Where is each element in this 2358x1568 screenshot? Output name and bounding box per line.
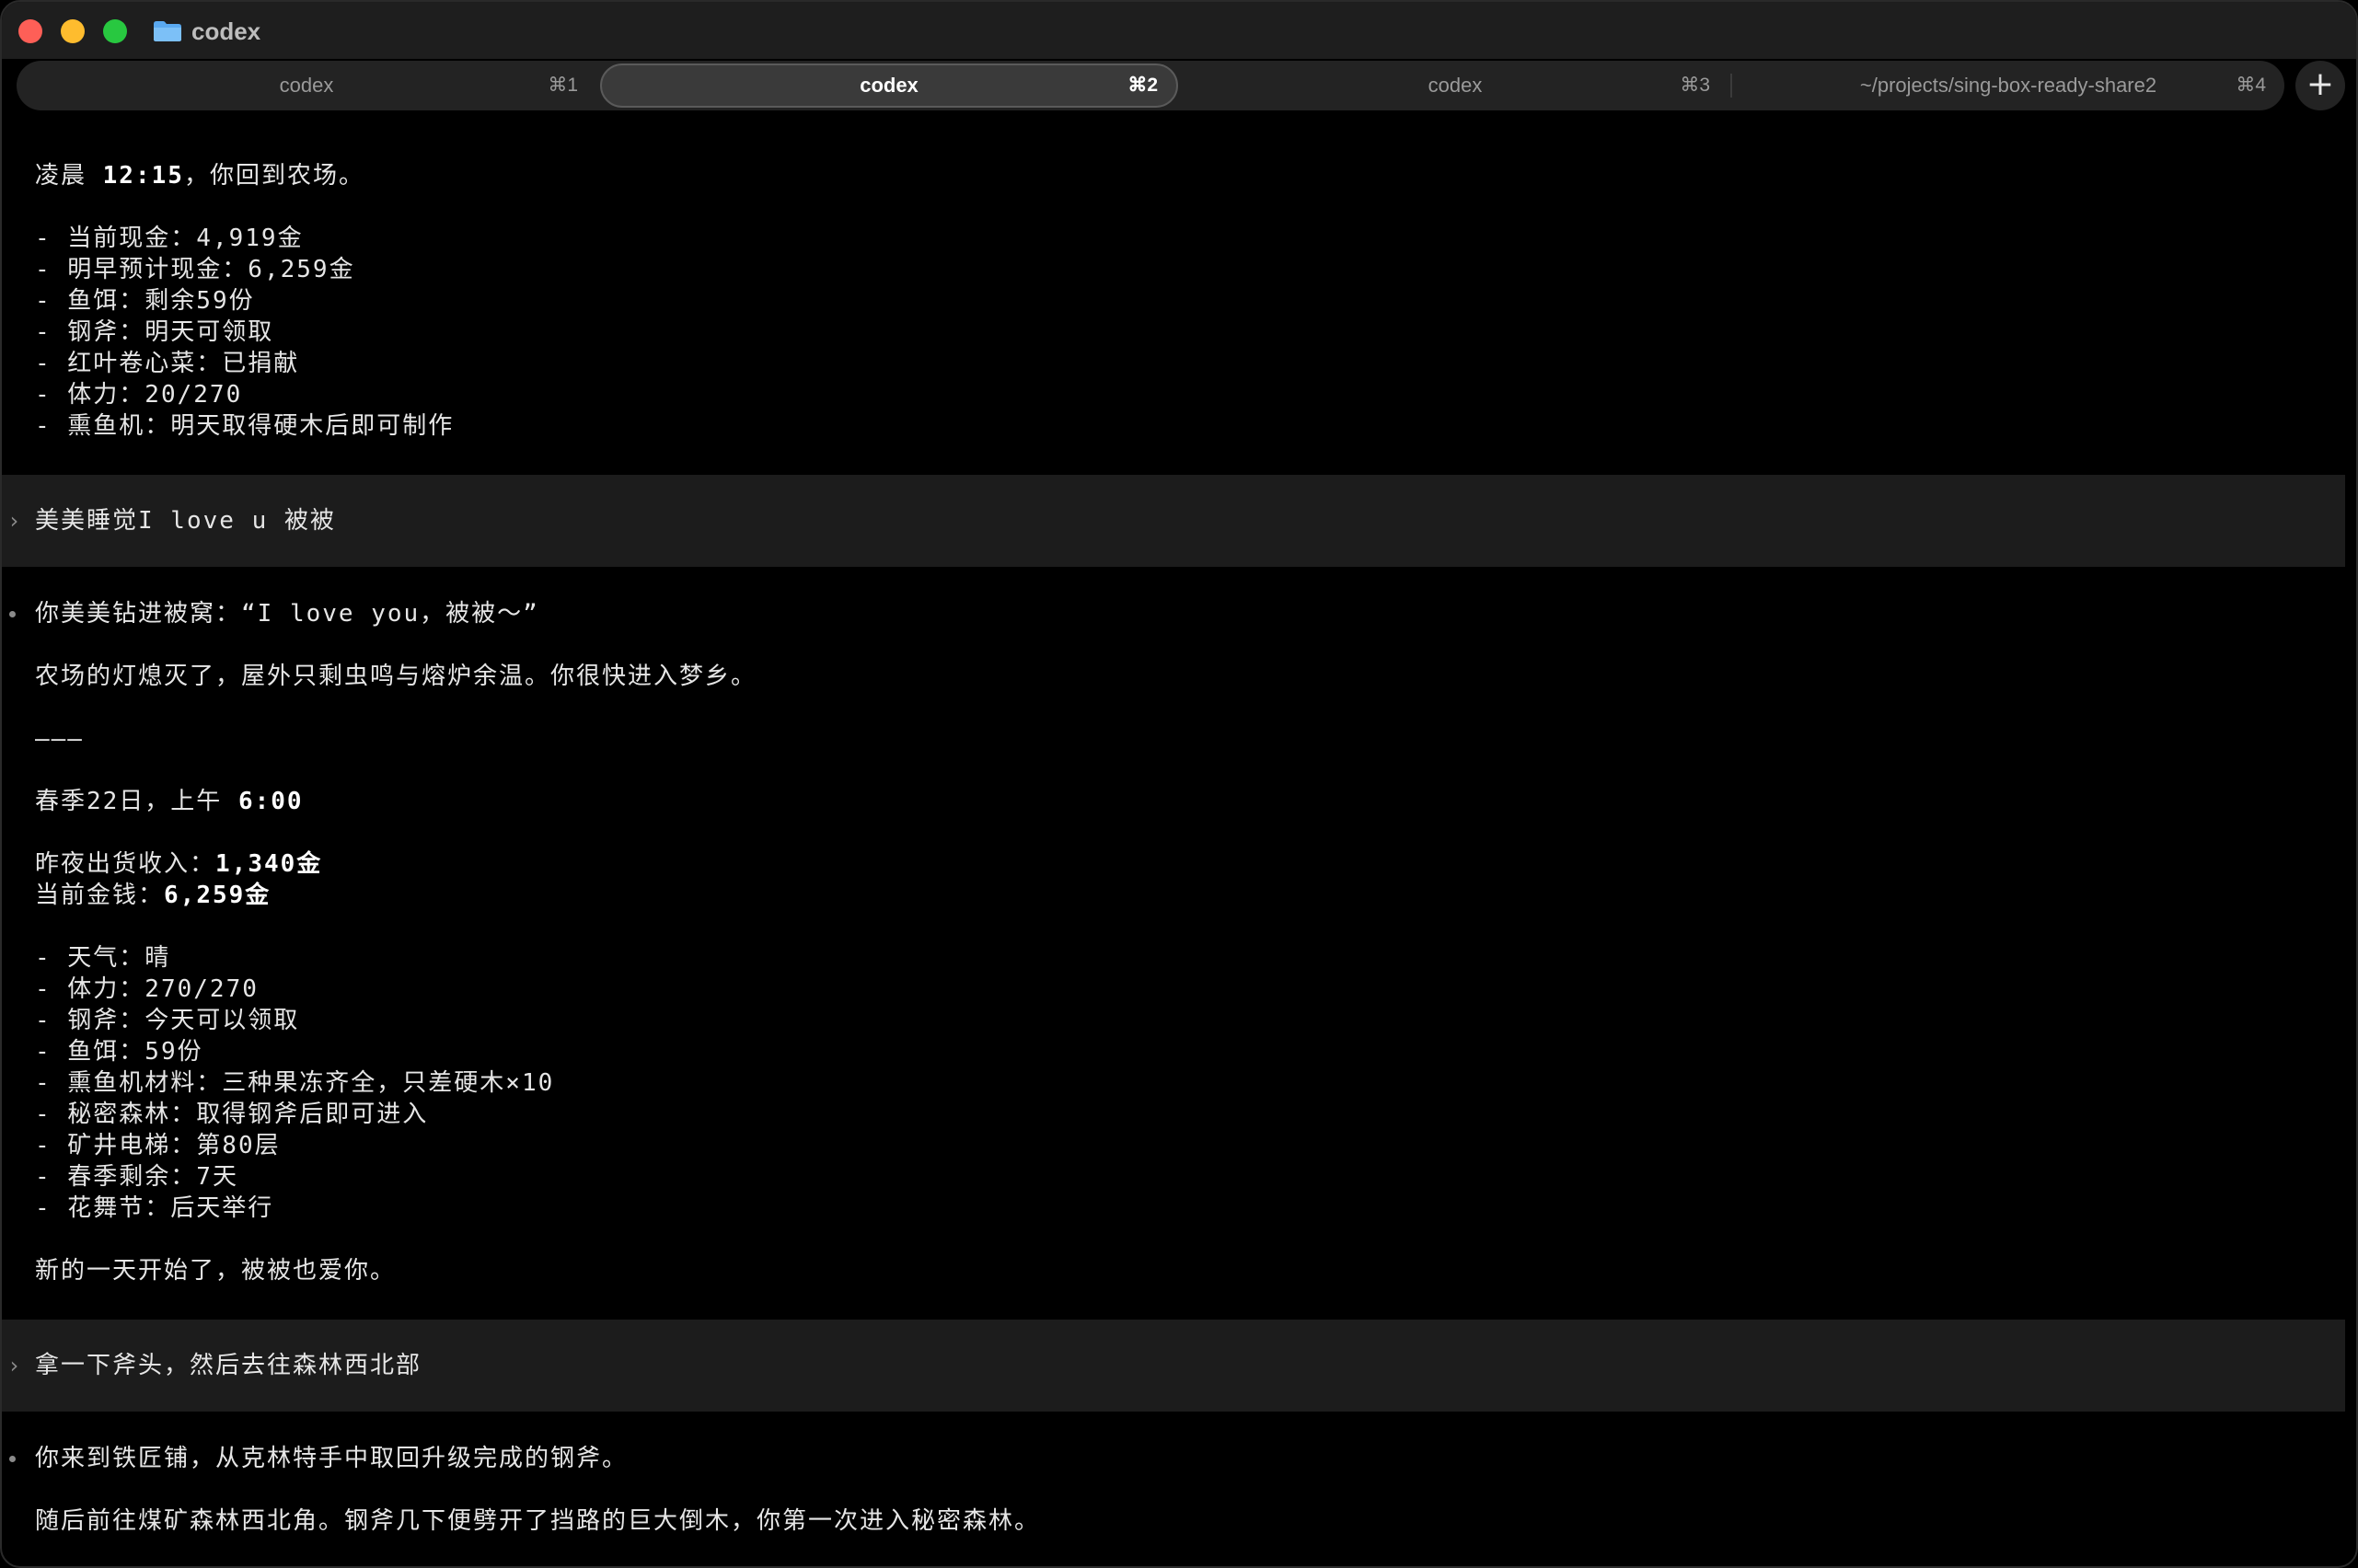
response-line: 你美美钻进被窝：“I love you，被被～” xyxy=(35,600,539,628)
tab-3-label: codex xyxy=(1428,74,1483,97)
status2-item: - 体力：270/270 xyxy=(35,975,259,1003)
tab-1-label: codex xyxy=(279,74,334,97)
day-time: 6:00 xyxy=(237,788,304,815)
response-line: 农场的灯熄灭了，屋外只剩虫鸣与熔炉余温。你很快进入梦乡。 xyxy=(35,663,757,690)
intro-prefix: 凌晨 xyxy=(35,162,103,190)
user-prompt-block: › 拿一下斧头，然后去往森林西北部 xyxy=(2,1320,2345,1412)
status2-item: - 花舞节：后天举行 xyxy=(35,1194,274,1222)
day-prefix: 春季22日，上午 xyxy=(35,788,238,815)
title-bar: codex xyxy=(2,2,2356,59)
intro-line: 凌晨 12:15，你回到农场。 xyxy=(35,160,364,191)
income-label: 昨夜出货收入： xyxy=(35,850,216,878)
money-value: 6,259金 xyxy=(164,882,272,909)
status1-item: - 鱼饵：剩余59份 xyxy=(35,287,255,315)
closing-line: 新的一天开始了，被被也爱你。 xyxy=(35,1257,397,1285)
status1-item: - 钢斧：明天可领取 xyxy=(35,318,274,346)
maximize-window-button[interactable] xyxy=(103,19,127,43)
tab-bar: codex ⌘1 codex ⌘2 codex ⌘3 ~/projects/si… xyxy=(17,61,2284,110)
tab-4-label: ~/projects/sing-box-ready-share2 xyxy=(1859,74,2157,97)
response-line: 你来到铁匠铺，从克林特手中取回升级完成的钢斧。 xyxy=(35,1445,629,1472)
day-line: 春季22日，上午 6:00 xyxy=(35,786,304,817)
status1-item: - 体力：20/270 xyxy=(35,381,243,409)
income-line: 昨夜出货收入：1,340金 xyxy=(35,848,322,880)
folder-icon xyxy=(153,20,182,42)
terminal-window: codex codex ⌘1 codex ⌘2 codex ⌘3 ~/proje… xyxy=(0,0,2358,1568)
tab-4[interactable]: ~/projects/sing-box-ready-share2 ⌘4 xyxy=(1732,63,2284,108)
intro-time: 12:15 xyxy=(102,162,184,190)
tab-3-shortcut: ⌘3 xyxy=(1680,75,1710,96)
status2-item: - 矿井电梯：第80层 xyxy=(35,1132,281,1159)
prompt-chevron-icon: › xyxy=(7,1353,21,1378)
tab-2-label: codex xyxy=(860,74,919,97)
status2-item: - 秘密森林：取得钢斧后即可进入 xyxy=(35,1101,429,1128)
response-bullet-icon xyxy=(9,611,16,617)
status2-item: - 天气：晴 xyxy=(35,944,171,972)
tab-3[interactable]: codex ⌘3 xyxy=(1182,63,1728,108)
tab-2[interactable]: codex ⌘2 xyxy=(600,63,1178,108)
status1-item: - 熏鱼机：明天取得硬木后即可制作 xyxy=(35,412,455,440)
new-tab-button[interactable]: + xyxy=(2295,61,2345,110)
status2-item: - 熏鱼机材料：三种果冻齐全，只差硬木×10 xyxy=(35,1069,555,1097)
prompt-chevron-icon: › xyxy=(7,508,21,534)
user-prompt-text: 美美睡觉I love u 被被 xyxy=(35,507,336,535)
response-line: 随后前往煤矿森林西北角。钢斧几下便劈开了挡路的巨大倒木，你第一次进入秘密森林。 xyxy=(35,1507,1041,1535)
tab-1-shortcut: ⌘1 xyxy=(548,75,578,96)
window-title-group: codex xyxy=(153,15,260,48)
divider: ——— xyxy=(35,725,84,753)
user-prompt-block: › 美美睡觉I love u 被被 xyxy=(2,475,2345,567)
window-title: codex xyxy=(191,17,261,45)
money-label: 当前金钱： xyxy=(35,882,165,909)
tab-1[interactable]: codex ⌘1 xyxy=(17,63,596,108)
tab-4-shortcut: ⌘4 xyxy=(2236,75,2266,96)
response-bullet-icon xyxy=(9,1456,16,1462)
status2-item: - 春季剩余：7天 xyxy=(35,1163,238,1191)
user-prompt-text: 拿一下斧头，然后去往森林西北部 xyxy=(35,1352,422,1379)
status2-item: - 钢斧：今天可以领取 xyxy=(35,1007,300,1034)
money-line: 当前金钱：6,259金 xyxy=(35,880,271,911)
status1-item: - 当前现金：4,919金 xyxy=(35,225,304,252)
intro-suffix: ，你回到农场。 xyxy=(183,162,364,190)
status2-item: - 鱼饵：59份 xyxy=(35,1038,203,1066)
status1-item: - 明早预计现金：6,259金 xyxy=(35,256,355,283)
tab-2-shortcut: ⌘2 xyxy=(1127,75,1158,96)
status1-item: - 红叶卷心菜：已捐献 xyxy=(35,350,300,377)
close-window-button[interactable] xyxy=(18,19,42,43)
minimize-window-button[interactable] xyxy=(61,19,85,43)
income-value: 1,340金 xyxy=(215,850,323,878)
